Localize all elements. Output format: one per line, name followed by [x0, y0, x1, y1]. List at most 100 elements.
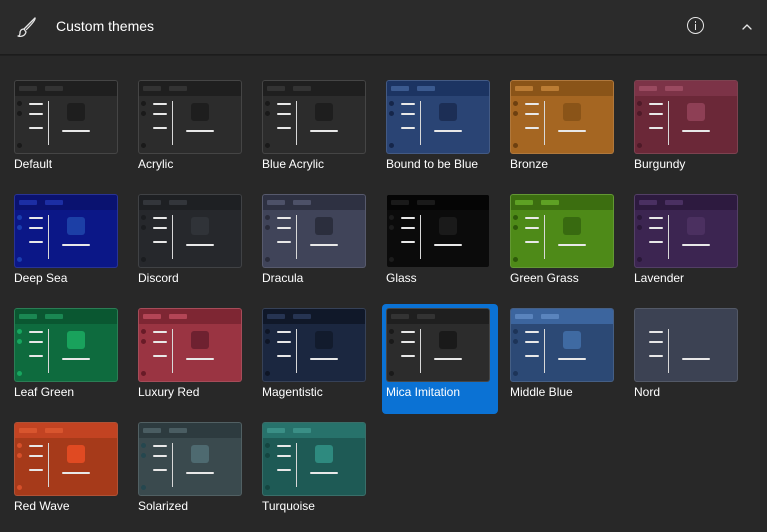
theme-label: Nord: [634, 385, 661, 399]
preview-nav-line: [277, 455, 291, 457]
preview-nav-line: [525, 331, 539, 333]
theme-tile-lavender[interactable]: Lavender: [630, 190, 746, 300]
preview-nav-line: [525, 127, 539, 129]
theme-tile-default[interactable]: Default: [10, 76, 126, 186]
preview-tab: [515, 314, 533, 319]
preview-content-line: [558, 358, 586, 360]
theme-tile-bound-to-be-blue[interactable]: Bound to be Blue: [382, 76, 498, 186]
preview-tab: [267, 200, 285, 205]
preview-content-line: [682, 358, 710, 360]
preview-divider: [668, 215, 669, 259]
preview-accent-square: [439, 217, 457, 235]
theme-tile-discord[interactable]: Discord: [134, 190, 250, 300]
theme-tile-dracula[interactable]: Dracula: [258, 190, 374, 300]
chevron-up-icon[interactable]: [739, 19, 755, 35]
preview-nav-line: [649, 113, 663, 115]
theme-preview: [14, 80, 118, 154]
preview-tab: [267, 314, 285, 319]
theme-preview: [14, 422, 118, 496]
preview-accent-square: [67, 445, 85, 463]
preview-content-line: [62, 244, 90, 246]
preview-dot: [389, 143, 394, 148]
preview-divider: [420, 101, 421, 145]
preview-nav-line: [277, 103, 291, 105]
theme-tile-luxury-red[interactable]: Luxury Red: [134, 304, 250, 414]
preview-tab: [169, 86, 187, 91]
preview-nav-line: [277, 469, 291, 471]
theme-label: Dracula: [262, 271, 304, 285]
theme-label: Magentistic: [262, 385, 323, 399]
preview-nav-line: [277, 341, 291, 343]
theme-tile-leaf-green[interactable]: Leaf Green: [10, 304, 126, 414]
preview-dot: [141, 225, 146, 230]
custom-themes-header[interactable]: Custom themes: [0, 0, 767, 55]
preview-dot: [141, 111, 146, 116]
preview-tab: [541, 314, 559, 319]
preview-dot: [637, 101, 642, 106]
preview-nav-line: [277, 217, 291, 219]
preview-dot: [513, 101, 518, 106]
preview-titlebar: [15, 195, 117, 210]
preview-nav-line: [401, 331, 415, 333]
theme-tile-glass[interactable]: Glass: [382, 190, 498, 300]
preview-tab: [45, 314, 63, 319]
preview-titlebar: [15, 309, 117, 324]
theme-tile-burgundy[interactable]: Burgundy: [630, 76, 746, 186]
preview-tab: [541, 200, 559, 205]
preview-dot: [141, 257, 146, 262]
preview-dot: [637, 143, 642, 148]
preview-nav-line: [29, 227, 43, 229]
preview-content-line: [62, 358, 90, 360]
preview-dot: [265, 111, 270, 116]
preview-nav-line: [649, 127, 663, 129]
theme-label: Discord: [138, 271, 179, 285]
theme-preview: [14, 194, 118, 268]
theme-label: Solarized: [138, 499, 189, 513]
theme-tile-red-wave[interactable]: Red Wave: [10, 418, 126, 528]
preview-divider: [48, 101, 49, 145]
preview-tab: [45, 200, 63, 205]
theme-tile-solarized[interactable]: Solarized: [134, 418, 250, 528]
theme-tile-turquoise[interactable]: Turquoise: [258, 418, 374, 528]
preview-accent-square: [315, 445, 333, 463]
preview-dot: [17, 485, 22, 490]
preview-nav-line: [649, 241, 663, 243]
preview-dot: [265, 339, 270, 344]
preview-content-line: [186, 472, 214, 474]
preview-tab: [45, 86, 63, 91]
preview-dot: [141, 443, 146, 448]
theme-tile-bronze[interactable]: Bronze: [506, 76, 622, 186]
theme-tile-green-grass[interactable]: Green Grass: [506, 190, 622, 300]
theme-tile-middle-blue[interactable]: Middle Blue: [506, 304, 622, 414]
theme-label: Bound to be Blue: [386, 157, 479, 171]
theme-tile-deep-sea[interactable]: Deep Sea: [10, 190, 126, 300]
theme-tile-nord[interactable]: Nord: [630, 304, 746, 414]
preview-nav-line: [525, 113, 539, 115]
preview-nav-line: [277, 241, 291, 243]
preview-content-line: [682, 130, 710, 132]
preview-titlebar: [263, 195, 365, 210]
theme-tile-magentistic[interactable]: Magentistic: [258, 304, 374, 414]
preview-titlebar: [635, 195, 737, 210]
preview-divider: [668, 101, 669, 145]
theme-tile-mica-imitation[interactable]: Mica Imitation: [382, 304, 498, 414]
preview-tab: [639, 200, 657, 205]
preview-nav-line: [277, 113, 291, 115]
theme-preview: [510, 194, 614, 268]
preview-nav-line: [29, 113, 43, 115]
theme-tile-acrylic[interactable]: Acrylic: [134, 76, 250, 186]
preview-divider: [420, 329, 421, 373]
preview-nav-line: [649, 355, 663, 357]
theme-preview: [262, 80, 366, 154]
preview-nav-line: [29, 103, 43, 105]
preview-nav-line: [277, 355, 291, 357]
preview-dot: [17, 371, 22, 376]
theme-tile-blue-acrylic[interactable]: Blue Acrylic: [258, 76, 374, 186]
preview-content-line: [62, 130, 90, 132]
preview-accent-square: [191, 445, 209, 463]
preview-dot: [389, 225, 394, 230]
preview-dot: [265, 453, 270, 458]
info-icon[interactable]: [687, 17, 704, 34]
preview-dot: [265, 329, 270, 334]
preview-dot: [17, 215, 22, 220]
